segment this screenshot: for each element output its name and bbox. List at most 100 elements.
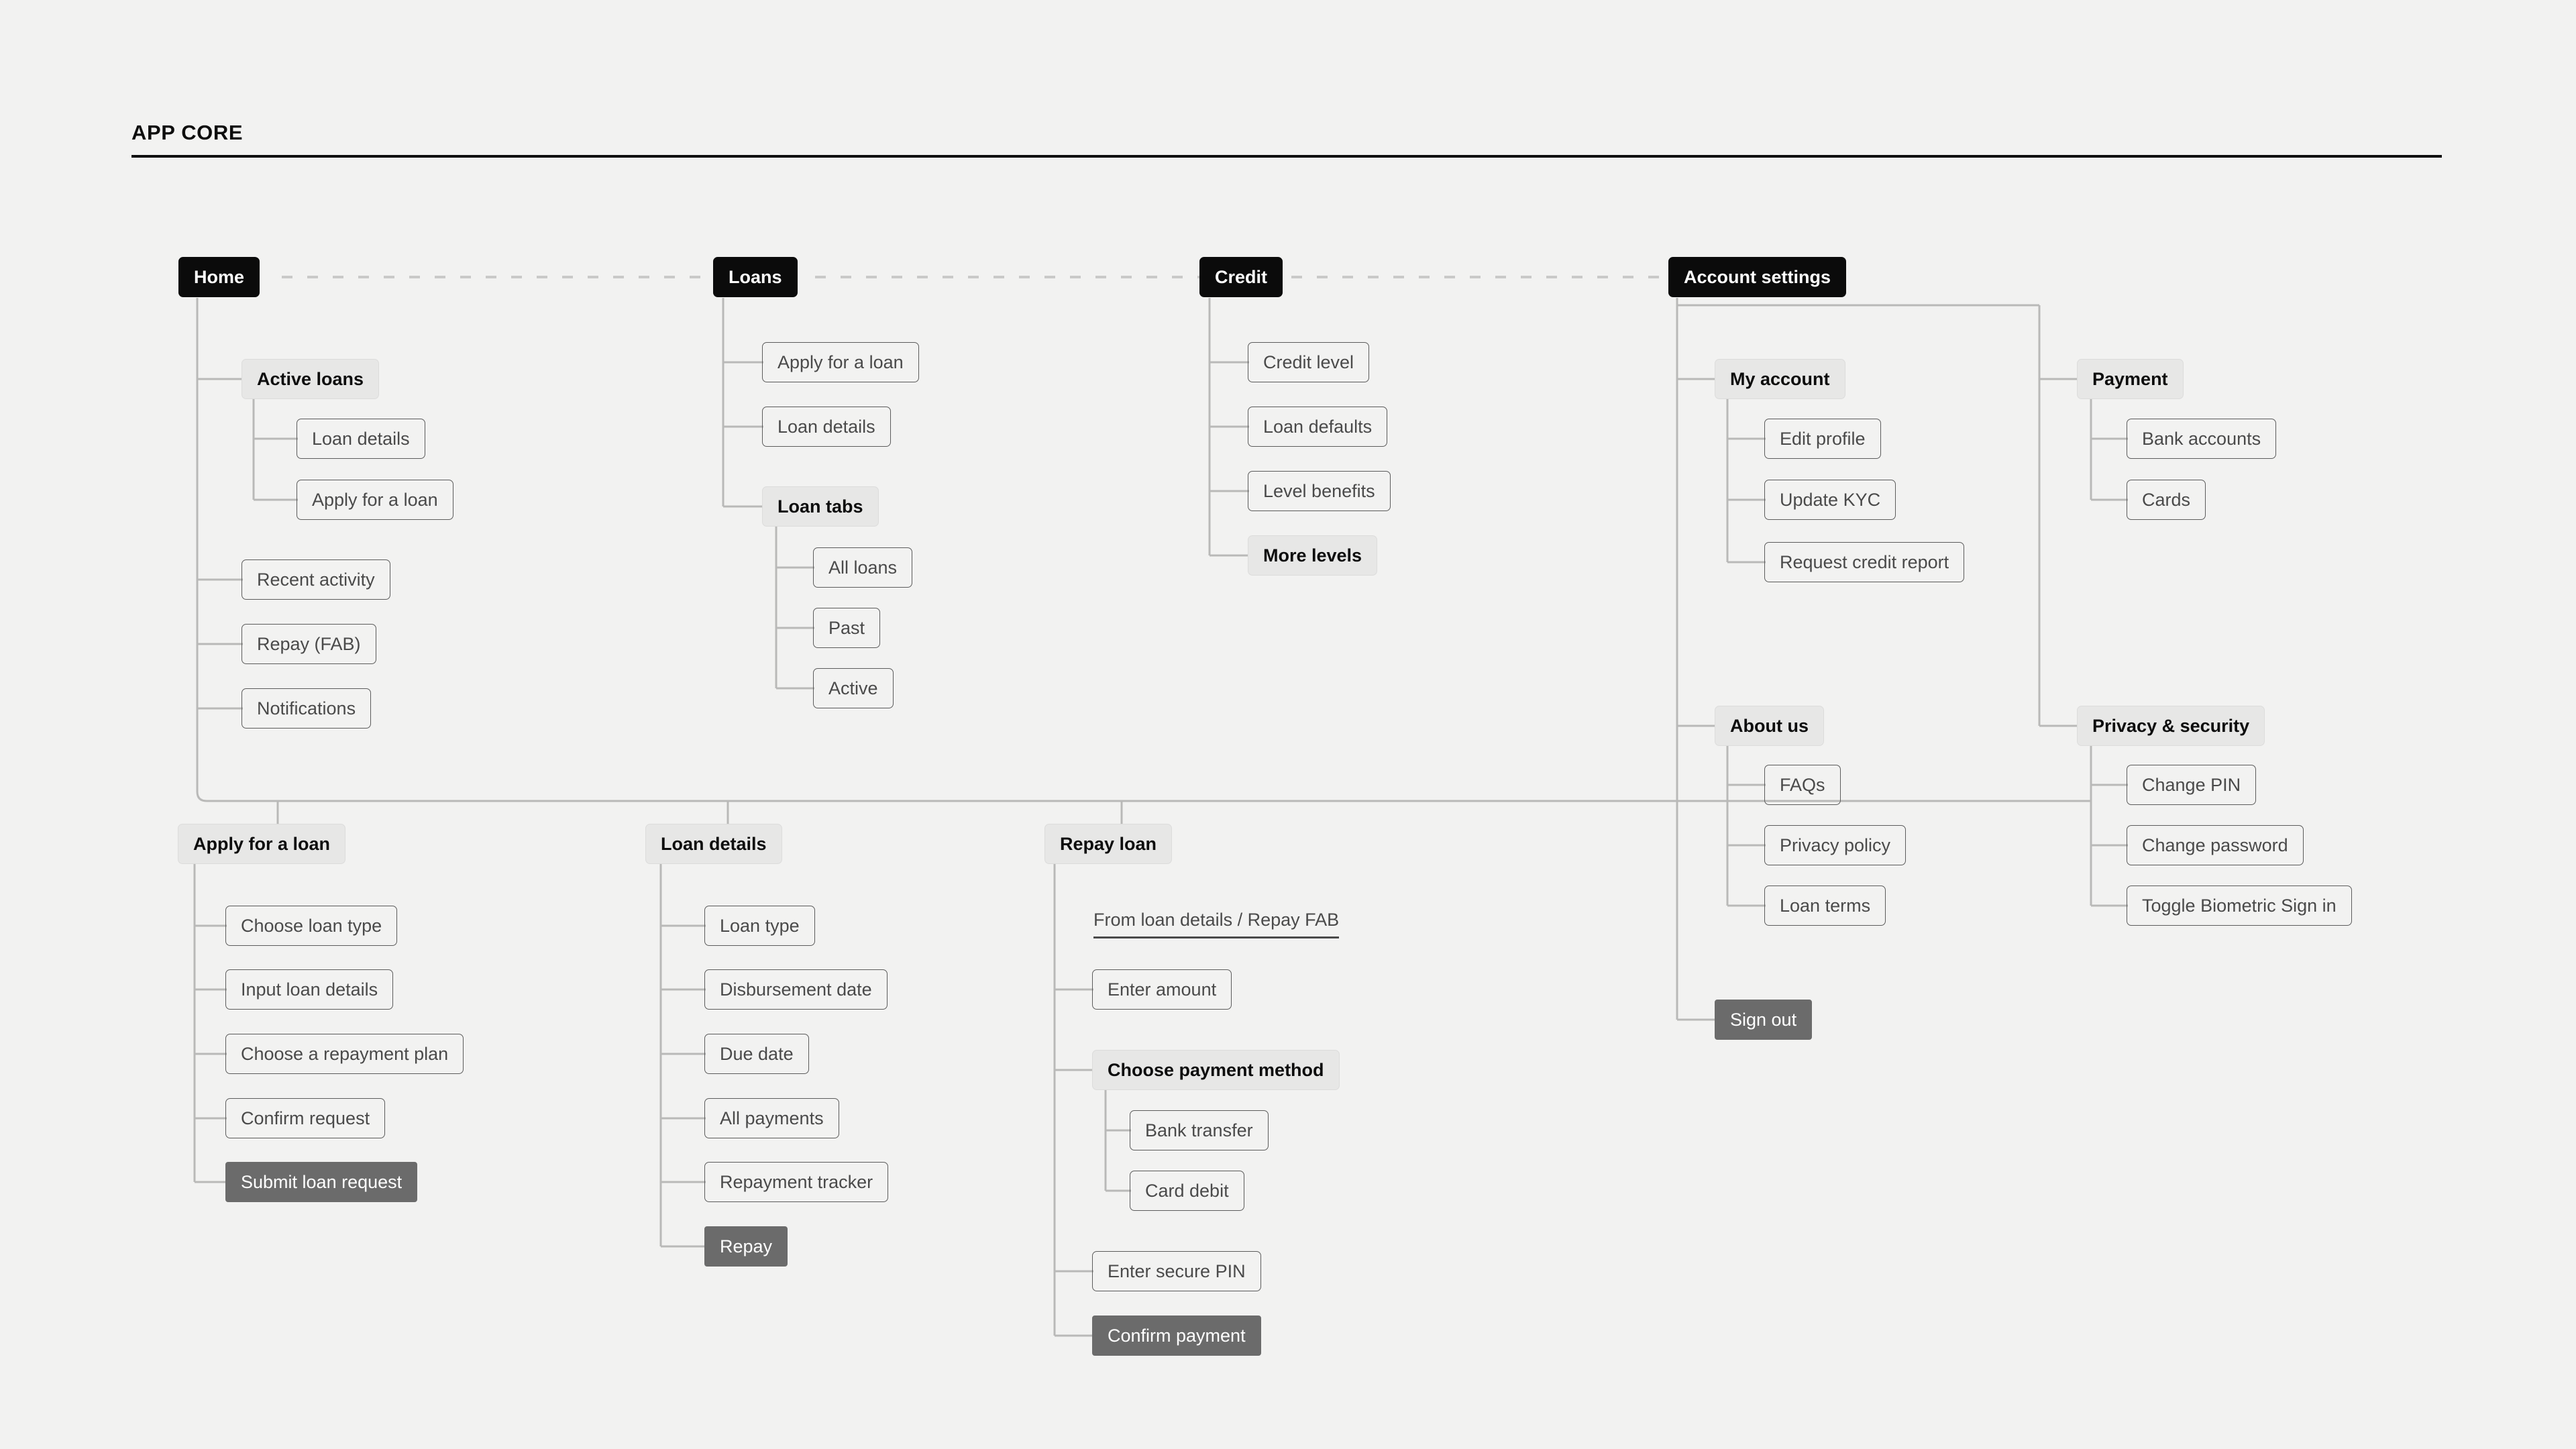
node-label: Card debit xyxy=(1145,1180,1229,1201)
node-label: Change password xyxy=(2142,835,2288,855)
node-active-loans[interactable]: Active loans xyxy=(241,359,380,399)
node-account-settings[interactable]: Account settings xyxy=(1668,257,1847,297)
node-label: All payments xyxy=(720,1108,824,1128)
node-loan-tabs-past[interactable]: Past xyxy=(813,608,881,648)
node-label: Loan defaults xyxy=(1263,416,1373,437)
node-label: Active loans xyxy=(257,368,364,389)
node-loan-type[interactable]: Loan type xyxy=(704,906,815,946)
node-label: Choose a repayment plan xyxy=(241,1043,449,1064)
node-label: Input loan details xyxy=(241,979,378,1000)
node-bank-accounts[interactable]: Bank accounts xyxy=(2127,419,2277,459)
title-divider xyxy=(131,155,2442,158)
node-label: Repay (FAB) xyxy=(257,633,361,654)
node-update-kyc[interactable]: Update KYC xyxy=(1764,480,1896,520)
node-faqs[interactable]: FAQs xyxy=(1764,765,1841,805)
node-loan-defaults[interactable]: Loan defaults xyxy=(1248,407,1388,447)
node-privacy-policy[interactable]: Privacy policy xyxy=(1764,825,1907,865)
node-label: Loan details xyxy=(661,833,767,854)
node-choose-loan-type[interactable]: Choose loan type xyxy=(225,906,398,946)
node-loans-apply[interactable]: Apply for a loan xyxy=(762,342,919,382)
node-repayment-tracker[interactable]: Repayment tracker xyxy=(704,1162,889,1202)
node-label: Privacy & security xyxy=(2092,715,2250,736)
node-request-credit-report[interactable]: Request credit report xyxy=(1764,542,1965,582)
node-about-us[interactable]: About us xyxy=(1715,706,1824,746)
node-label: Toggle Biometric Sign in xyxy=(2142,895,2337,916)
node-level-benefits[interactable]: Level benefits xyxy=(1248,471,1391,511)
node-label: Bank accounts xyxy=(2142,428,2261,449)
node-label: All loans xyxy=(828,557,898,578)
node-card-debit[interactable]: Card debit xyxy=(1130,1171,1244,1211)
node-label: Due date xyxy=(720,1043,794,1064)
node-enter-amount[interactable]: Enter amount xyxy=(1092,969,1232,1010)
node-disbursement-date[interactable]: Disbursement date xyxy=(704,969,888,1010)
node-label: Recent activity xyxy=(257,569,375,590)
node-label: FAQs xyxy=(1780,774,1825,795)
node-credit-level[interactable]: Credit level xyxy=(1248,342,1370,382)
node-label: Loan details xyxy=(777,416,875,437)
node-sign-out[interactable]: Sign out xyxy=(1715,1000,1813,1040)
node-loan-tabs-all-loans[interactable]: All loans xyxy=(813,547,913,588)
node-more-levels[interactable]: More levels xyxy=(1248,535,1378,576)
node-label: Submit loan request xyxy=(241,1171,402,1192)
node-notifications[interactable]: Notifications xyxy=(241,688,372,729)
node-edit-profile[interactable]: Edit profile xyxy=(1764,419,1881,459)
node-label: Update KYC xyxy=(1780,489,1881,510)
node-label: Loan tabs xyxy=(777,496,863,517)
node-change-password[interactable]: Change password xyxy=(2127,825,2304,865)
node-privacy-security[interactable]: Privacy & security xyxy=(2077,706,2265,746)
node-enter-secure-pin[interactable]: Enter secure PIN xyxy=(1092,1251,1261,1291)
node-all-payments[interactable]: All payments xyxy=(704,1098,839,1138)
node-submit-loan-request[interactable]: Submit loan request xyxy=(225,1162,418,1202)
node-label: Active xyxy=(828,678,878,698)
node-label: Apply for a loan xyxy=(193,833,331,854)
node-toggle-biometric-sign-in[interactable]: Toggle Biometric Sign in xyxy=(2127,885,2352,926)
node-loan-tabs-active[interactable]: Active xyxy=(813,668,894,708)
node-recent-activity[interactable]: Recent activity xyxy=(241,559,390,600)
node-choose-payment-method[interactable]: Choose payment method xyxy=(1092,1050,1340,1090)
node-due-date[interactable]: Due date xyxy=(704,1034,809,1074)
node-payment[interactable]: Payment xyxy=(2077,359,2184,399)
node-label: About us xyxy=(1730,715,1809,736)
node-loans-loan-details[interactable]: Loan details xyxy=(762,407,891,447)
node-label: Home xyxy=(194,266,245,287)
node-active-loans-apply[interactable]: Apply for a loan xyxy=(297,480,453,520)
node-label: Change PIN xyxy=(2142,774,2241,795)
node-label: Cards xyxy=(2142,489,2191,510)
node-label: My account xyxy=(1730,368,1830,389)
node-loan-terms[interactable]: Loan terms xyxy=(1764,885,1886,926)
node-label: Loan details xyxy=(312,428,410,449)
node-label: Repay xyxy=(720,1236,773,1256)
node-label: Bank transfer xyxy=(1145,1120,1253,1140)
node-apply-for-a-loan[interactable]: Apply for a loan xyxy=(178,824,346,864)
node-confirm-payment[interactable]: Confirm payment xyxy=(1092,1316,1261,1356)
node-input-loan-details[interactable]: Input loan details xyxy=(225,969,394,1010)
node-change-pin[interactable]: Change PIN xyxy=(2127,765,2257,805)
repay-loan-source-note: From loan details / Repay FAB xyxy=(1093,911,1340,938)
node-repay[interactable]: Repay xyxy=(704,1226,788,1267)
node-label: Credit level xyxy=(1263,352,1354,372)
node-cards[interactable]: Cards xyxy=(2127,480,2206,520)
node-my-account[interactable]: My account xyxy=(1715,359,1845,399)
node-repay-loan[interactable]: Repay loan xyxy=(1044,824,1173,864)
node-loan-details[interactable]: Loan details xyxy=(645,824,782,864)
node-home[interactable]: Home xyxy=(178,257,260,297)
node-label: Edit profile xyxy=(1780,428,1866,449)
node-label: Account settings xyxy=(1684,266,1831,287)
node-active-loans-loan-details[interactable]: Loan details xyxy=(297,419,425,459)
node-bank-transfer[interactable]: Bank transfer xyxy=(1130,1110,1269,1150)
node-label: Past xyxy=(828,617,865,638)
node-choose-a-repayment-plan[interactable]: Choose a repayment plan xyxy=(225,1034,464,1074)
page-title: APP CORE xyxy=(131,121,244,144)
node-label: Confirm request xyxy=(241,1108,370,1128)
node-loan-tabs[interactable]: Loan tabs xyxy=(762,486,879,527)
node-credit[interactable]: Credit xyxy=(1199,257,1283,297)
node-label: Level benefits xyxy=(1263,480,1375,501)
node-label: Disbursement date xyxy=(720,979,872,1000)
node-label: Choose loan type xyxy=(241,915,382,936)
node-label: Privacy policy xyxy=(1780,835,1891,855)
node-confirm-request[interactable]: Confirm request xyxy=(225,1098,386,1138)
node-label: More levels xyxy=(1263,545,1362,566)
node-loans[interactable]: Loans xyxy=(713,257,798,297)
node-repay-fab[interactable]: Repay (FAB) xyxy=(241,624,376,664)
node-label: Payment xyxy=(2092,368,2168,389)
